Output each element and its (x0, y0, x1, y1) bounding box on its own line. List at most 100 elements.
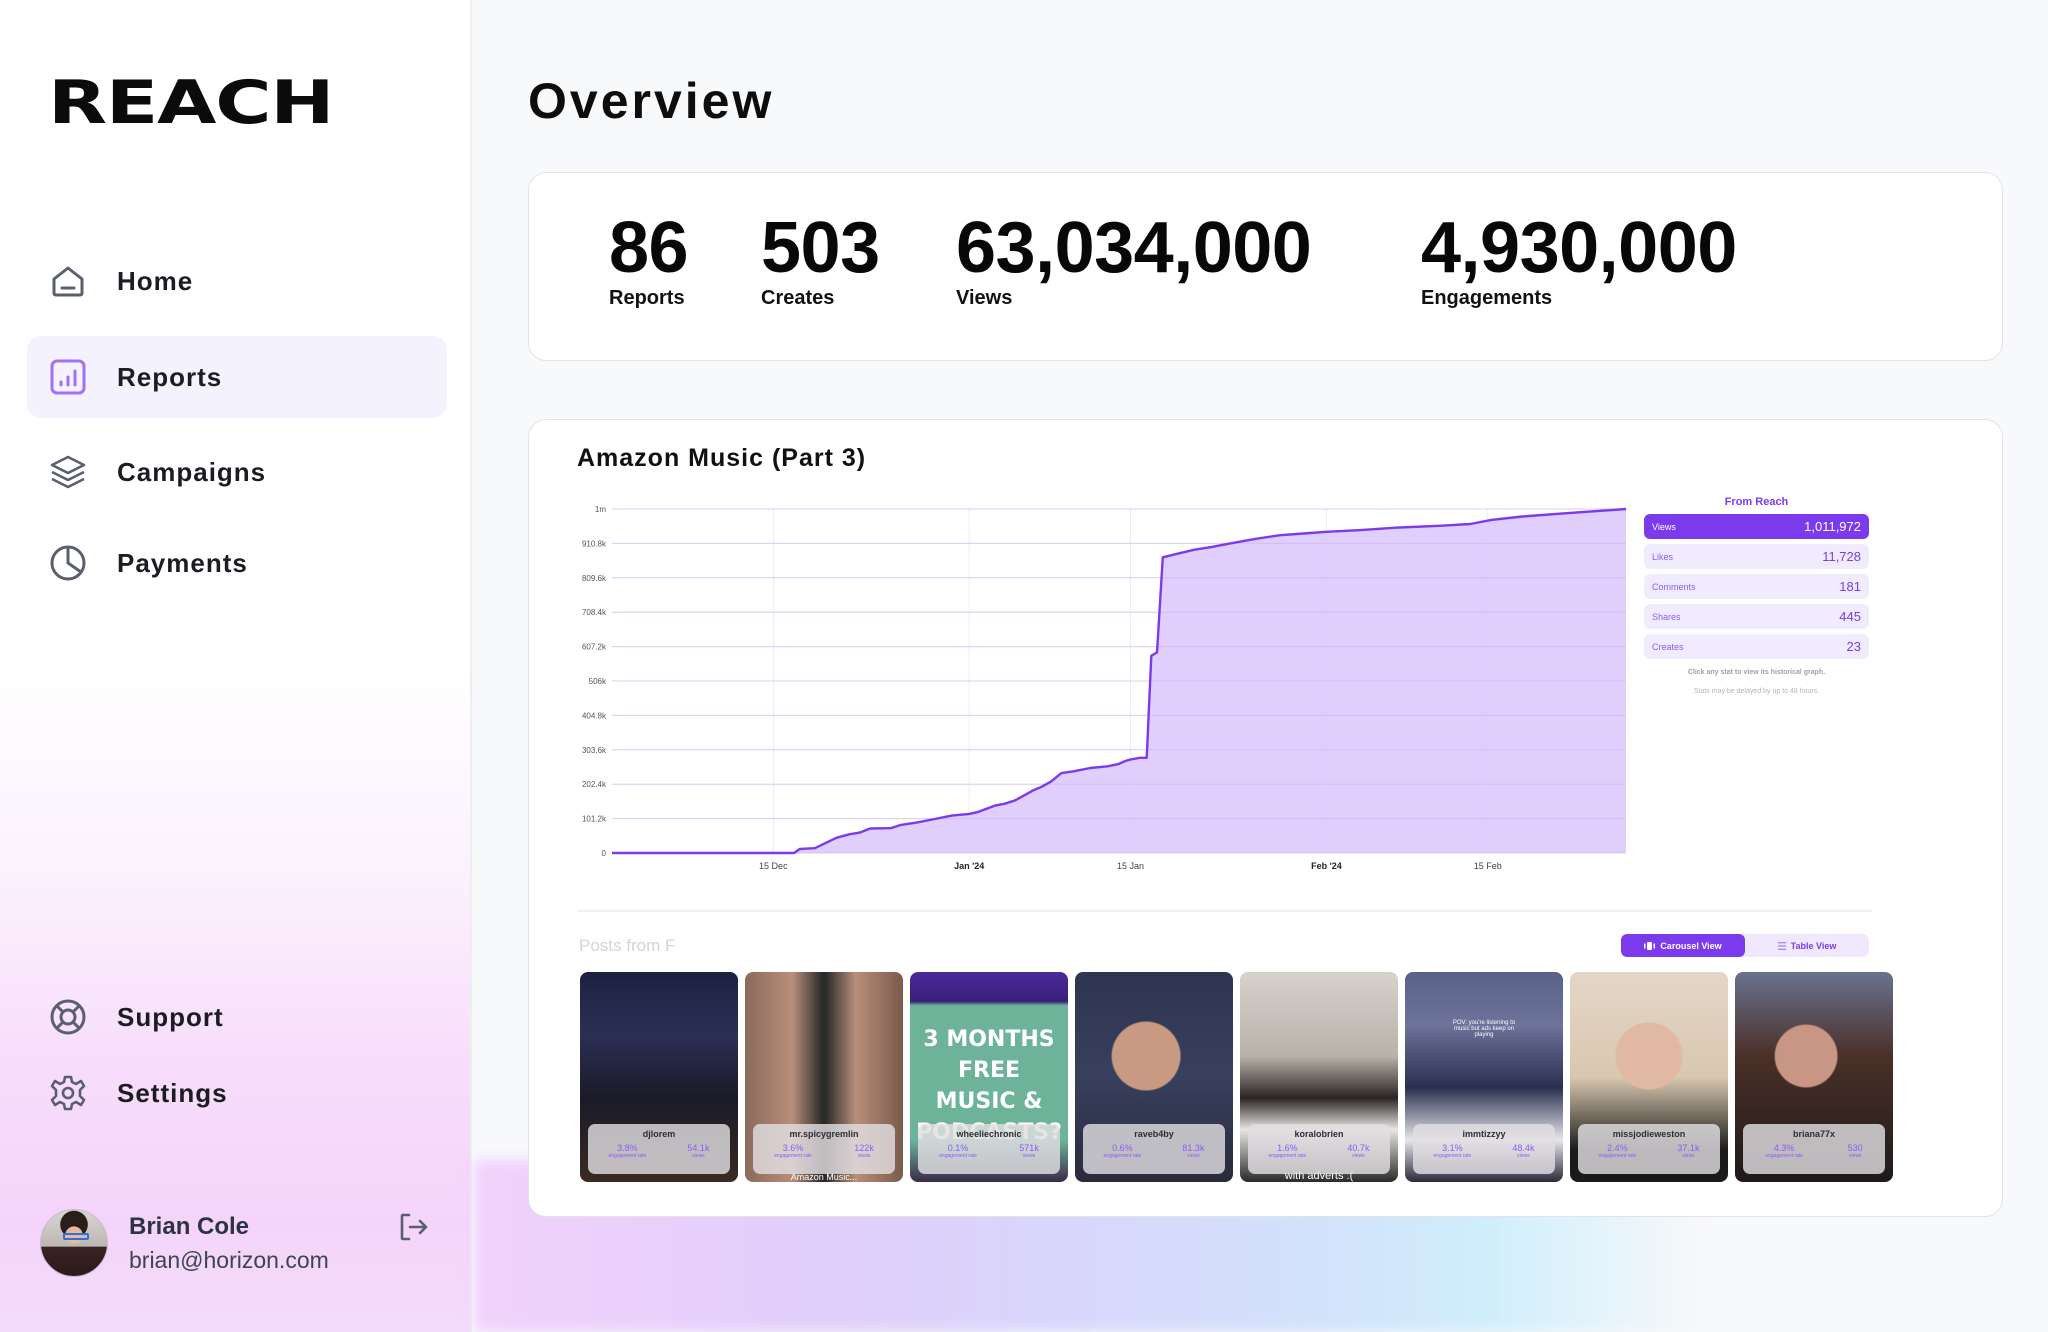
engagement-rate-value: 3.8% (617, 1143, 638, 1153)
y-tick-label: 404.8k (582, 711, 607, 720)
logout-icon (400, 1213, 428, 1241)
views-label: views (857, 1153, 871, 1159)
engagement-rate-value: 1.6% (1277, 1143, 1298, 1153)
post-card[interactable]: briana77x 4.3% engagement rate 530 views (1735, 972, 1893, 1182)
stat-label: Creates (761, 287, 835, 309)
y-tick-label: 506k (589, 677, 607, 686)
views-area-chart[interactable]: 0 101.2k 202.4k 303.6k 404.8k 506k 607.2k 708.4… (529, 420, 1639, 890)
engagement-rate-value: 2.4% (1607, 1143, 1628, 1153)
sidebar-item-payments[interactable]: Payments (27, 522, 447, 604)
views-value: 571k (1019, 1143, 1039, 1153)
post-card[interactable]: Amazon Music... mr.spicygremlin 3.6% engage… (745, 972, 903, 1182)
post-stats-overlay: immtizzyy 3.1% engagement rate 48.4k views (1413, 1124, 1555, 1174)
layers-icon (49, 453, 87, 491)
views-value: 54.1k (687, 1143, 710, 1153)
x-tick-label: Feb '24 (1311, 861, 1342, 871)
avatar-glasses (63, 1233, 89, 1240)
x-tick-label: 15 Jan (1117, 861, 1144, 871)
carousel-view-button[interactable]: Carousel View (1621, 934, 1745, 957)
bar-chart-icon (49, 358, 87, 396)
stat-row-shares[interactable]: Shares 445 (1644, 604, 1869, 629)
summary-stat-creates: 503 Creates (761, 211, 880, 310)
stat-row-label: Comments (1652, 581, 1696, 592)
sidebar-item-support[interactable]: Support (27, 976, 447, 1058)
user-email: brian@horizon.com (129, 1247, 329, 1273)
table-view-button[interactable]: Table View (1745, 934, 1869, 957)
posts-carousel: djlorem 3.8% engagement rate 54.1k views Amaz… (580, 972, 1893, 1182)
stat-label: Engagements (1421, 287, 1553, 309)
engagement-rate-label: engagement rate (939, 1153, 977, 1159)
sidebar-item-settings[interactable]: Settings (27, 1052, 447, 1134)
report-card: Amazon Music (Part 3) 0 101.2k 202.4k 303.6… (528, 419, 2003, 1217)
stat-value: 63,034,000 (956, 208, 1312, 288)
sidebar-item-label: Reports (117, 361, 223, 392)
views-value: 48.4k (1512, 1143, 1535, 1153)
list-icon (1777, 941, 1786, 950)
engagement-rate-value: 4.3% (1773, 1143, 1795, 1153)
x-tick-label: 15 Feb (1474, 861, 1502, 871)
table-view-label: Table View (1790, 940, 1837, 951)
post-card[interactable]: with adverts :(koralobrien 1.6% engagement… (1240, 972, 1398, 1182)
sidebar-item-home[interactable]: Home (27, 240, 447, 322)
posts-section-title: Posts from F (579, 936, 676, 955)
post-card[interactable]: 3 MONTHS FREE MUSIC & PODCASTS?wheeliech… (910, 972, 1068, 1182)
y-tick-label: 0 (602, 849, 607, 858)
y-tick-label: 303.6k (582, 746, 607, 755)
creator-handle: briana77x (1792, 1129, 1836, 1139)
post-stats-overlay: wheeliechronic 0.1% engagement rate 571k vie… (918, 1124, 1060, 1174)
y-tick-label: 607.2k (582, 643, 607, 652)
gear-icon (49, 1074, 87, 1112)
creator-handle: djlorem (642, 1129, 676, 1139)
stat-value: 4,930,000 (1421, 208, 1737, 288)
carousel-icon (1644, 941, 1656, 950)
stat-row-comments[interactable]: Comments 181 (1644, 574, 1869, 599)
page-title: Overview (528, 73, 775, 129)
user-name: Brian Cole (129, 1213, 250, 1240)
post-stats-overlay: briana77x 4.3% engagement rate 530 views (1743, 1124, 1885, 1174)
stat-row-creates[interactable]: Creates 23 (1644, 634, 1869, 659)
engagement-rate-label: engagement rate (608, 1153, 647, 1159)
creator-handle: mr.spicygremlin (789, 1129, 859, 1139)
views-label: views (1022, 1153, 1036, 1159)
pie-chart-icon (49, 544, 87, 582)
y-tick-label: 101.2k (582, 815, 607, 824)
stat-label: Reports (609, 287, 685, 309)
engagement-rate-label: engagement rate (774, 1153, 812, 1159)
views-label: views (1848, 1153, 1862, 1159)
engagement-rate-value: 3.6% (782, 1143, 804, 1153)
avatar[interactable] (40, 1209, 108, 1277)
views-label: views (1187, 1153, 1200, 1159)
post-card[interactable]: raveb4by 0.6% engagement rate 81.3k views (1075, 972, 1233, 1182)
post-caption: POV: you're listening to music but ads k… (1452, 1020, 1516, 1038)
logout-button[interactable] (398, 1211, 430, 1243)
engagement-rate-label: engagement rate (1103, 1153, 1142, 1159)
reach-logo[interactable]: REACH (48, 70, 335, 136)
post-stats-overlay: mr.spicygremlin 3.6% engagement rate 122k vi… (753, 1124, 895, 1174)
post-card[interactable]: djlorem 3.8% engagement rate 54.1k views (580, 972, 738, 1182)
summary-stat-reports: 86 Reports (609, 208, 689, 310)
summary-stat-engagements: 4,930,000 Engagements (1421, 211, 1737, 310)
panel-disclaimer: Stats may be delayed by up to 48 hours. (1693, 688, 1820, 695)
creator-handle: raveb4by (1134, 1129, 1174, 1139)
sidebar-item-campaigns[interactable]: Campaigns (27, 431, 447, 513)
post-stats-overlay: djlorem 3.8% engagement rate 54.1k views (588, 1124, 730, 1174)
sidebar-item-label: Support (117, 1001, 224, 1032)
stat-value: 86 (609, 208, 689, 288)
views-value: 81.3k (1182, 1143, 1205, 1153)
engagement-rate-label: engagement rate (1765, 1153, 1804, 1159)
stat-row-views[interactable]: Views 1,011,972 (1644, 514, 1869, 539)
sidebar-item-label: Payments (117, 547, 248, 578)
sidebar-item-reports[interactable]: Reports (27, 336, 447, 418)
post-card[interactable]: POV: you're listening to music but ads k… (1405, 972, 1563, 1182)
stat-value: 503 (761, 208, 880, 288)
engagement-rate-value: 0.6% (1112, 1143, 1133, 1153)
sidebar-item-label: Settings (117, 1077, 228, 1108)
stat-row-likes[interactable]: Likes 11,728 (1644, 544, 1869, 569)
stat-row-value: 181 (1839, 579, 1861, 594)
x-tick-label: Jan '24 (954, 861, 984, 871)
creator-handle: immtizzyy (1462, 1129, 1506, 1139)
stat-row-label: Creates (1652, 641, 1684, 652)
post-card[interactable]: missjodieweston 2.4% engagement rate 37.1k v… (1570, 972, 1728, 1182)
views-value: 122k (854, 1143, 874, 1153)
section-divider (577, 910, 1872, 912)
